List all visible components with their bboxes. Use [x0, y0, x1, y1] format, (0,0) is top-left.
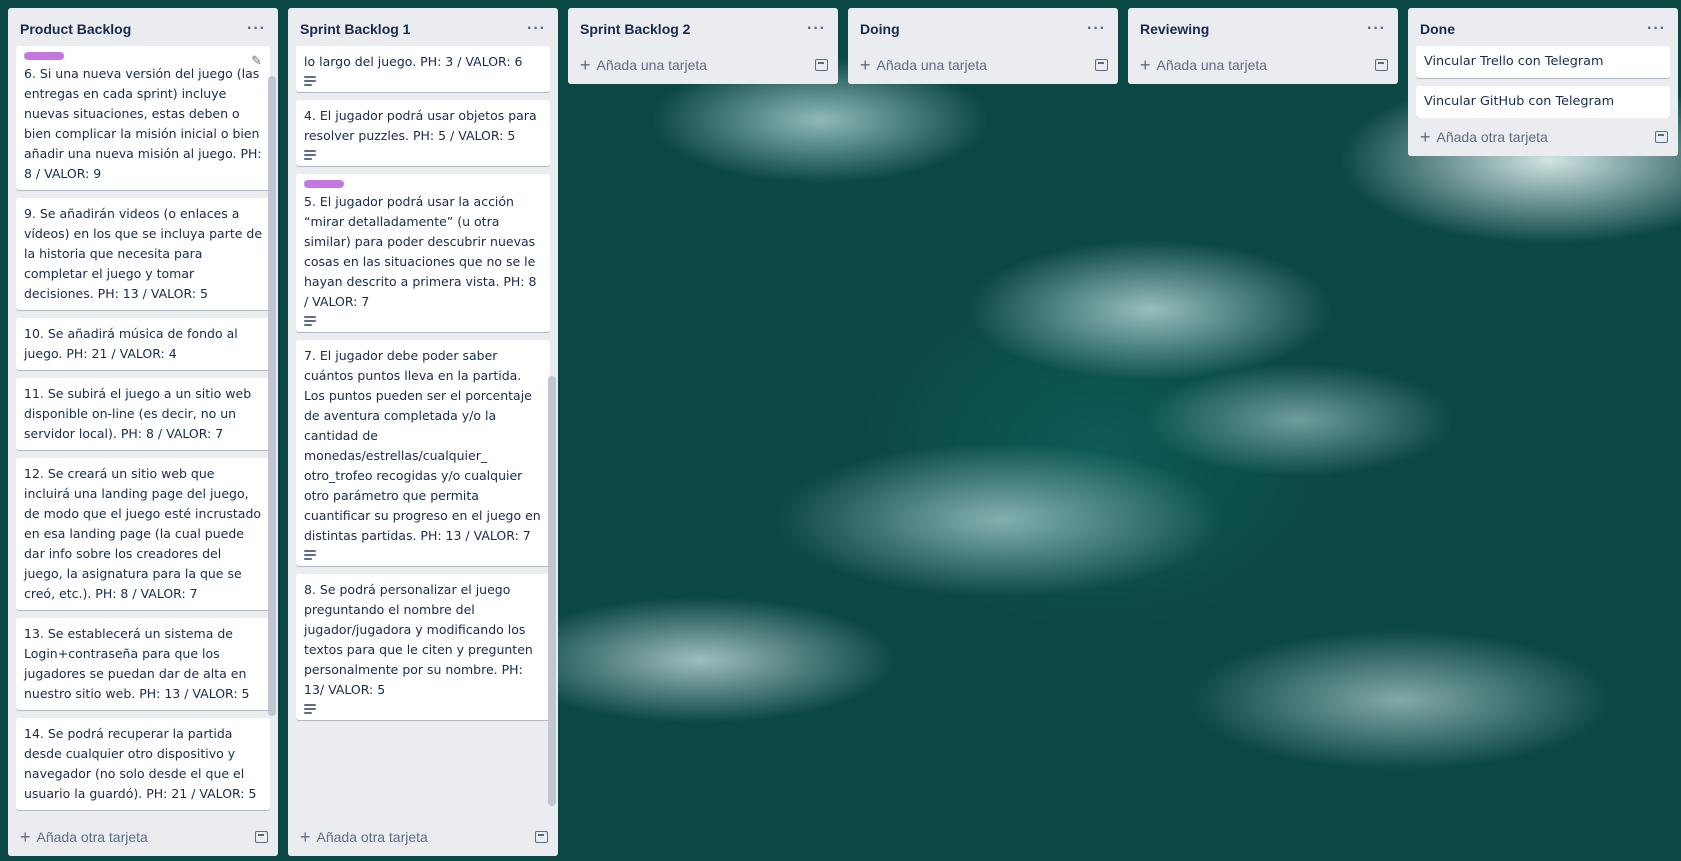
add-card-button[interactable]: + Añada una tarjeta	[580, 55, 708, 75]
plus-icon: +	[860, 55, 871, 75]
add-card-button[interactable]: + Añada una tarjeta	[860, 55, 988, 75]
list-header: Sprint Backlog 1 ···	[288, 8, 558, 46]
description-icon	[304, 704, 318, 714]
card-text: 9. Se añadirán videos (o enlaces a vídeo…	[24, 206, 263, 301]
card-text: 6. Si una nueva versión del juego (las e…	[24, 66, 262, 181]
card[interactable]: Vincular GitHub con Telegram	[1416, 86, 1670, 118]
ellipsis-icon[interactable]: ···	[1647, 20, 1666, 38]
add-card-row[interactable]: + Añada una tarjeta	[848, 46, 1118, 84]
card-label[interactable]	[24, 52, 64, 60]
add-card-label: Añada otra tarjeta	[316, 829, 428, 845]
list-title[interactable]: Sprint Backlog 2	[580, 21, 690, 37]
template-icon[interactable]	[255, 831, 268, 843]
ellipsis-icon[interactable]: ···	[527, 20, 546, 38]
card[interactable]: 10. Se añadirá música de fondo al juego.…	[16, 318, 270, 370]
list-title[interactable]: Done	[1420, 21, 1455, 37]
card[interactable]: 13. Se establecerá un sistema de Login+c…	[16, 618, 270, 710]
list-header: Reviewing ···	[1128, 8, 1398, 46]
list-title[interactable]: Product Backlog	[20, 21, 131, 37]
list-title[interactable]: Doing	[860, 21, 900, 37]
card[interactable]: 9. Se añadirán videos (o enlaces a vídeo…	[16, 198, 270, 310]
scrollbar[interactable]	[268, 76, 276, 716]
card[interactable]: 11. Se subirá el juego a un sitio web di…	[16, 378, 270, 450]
description-icon	[304, 316, 318, 326]
ellipsis-icon[interactable]: ···	[1087, 20, 1106, 38]
add-card-row[interactable]: + Añada una tarjeta	[1128, 46, 1398, 84]
card-text: lo largo del juego. PH: 3 / VALOR: 6	[304, 54, 523, 69]
add-card-row[interactable]: + Añada otra tarjeta	[1408, 118, 1678, 156]
template-icon[interactable]	[1655, 131, 1668, 143]
plus-icon: +	[1420, 127, 1431, 147]
card-text: 10. Se añadirá música de fondo al juego.…	[24, 326, 238, 361]
pencil-icon[interactable]: ✎	[251, 52, 262, 72]
card-text: 7. El jugador debe poder saber cuántos p…	[304, 348, 541, 543]
card[interactable]: 7. El jugador debe poder saber cuántos p…	[296, 340, 550, 566]
card[interactable]: 12. Se creará un sitio web que incluirá …	[16, 458, 270, 610]
ellipsis-icon[interactable]: ···	[807, 20, 826, 38]
list-title[interactable]: Sprint Backlog 1	[300, 21, 410, 37]
template-icon[interactable]	[1375, 59, 1388, 71]
card-text: 5. El jugador podrá usar la acción “mira…	[304, 194, 537, 309]
plus-icon: +	[580, 55, 591, 75]
list-sprint-backlog-2: Sprint Backlog 2 ··· + Añada una tarjeta	[568, 8, 838, 84]
board: Product Backlog ··· ✎ 6. Si una nueva ve…	[8, 8, 1678, 856]
card-text: 8. Se podrá personalizar el juego pregun…	[304, 582, 533, 697]
template-icon[interactable]	[815, 59, 828, 71]
plus-icon: +	[20, 827, 31, 847]
plus-icon: +	[300, 827, 311, 847]
card[interactable]: Vincular Trello con Telegram	[1416, 46, 1670, 78]
add-card-row[interactable]: + Añada una tarjeta	[568, 46, 838, 84]
description-icon	[304, 150, 318, 160]
description-icon	[304, 550, 318, 560]
ellipsis-icon[interactable]: ···	[247, 20, 266, 38]
card-text: 11. Se subirá el juego a un sitio web di…	[24, 386, 252, 441]
add-card-label: Añada una tarjeta	[876, 57, 988, 73]
card[interactable]: 8. Se podrá personalizar el juego pregun…	[296, 574, 550, 720]
list-header: Done ···	[1408, 8, 1678, 46]
list-doing: Doing ··· + Añada una tarjeta	[848, 8, 1118, 84]
template-icon[interactable]	[1095, 59, 1108, 71]
add-card-button[interactable]: + Añada otra tarjeta	[20, 827, 148, 847]
list-title[interactable]: Reviewing	[1140, 21, 1209, 37]
card[interactable]: ✎ 6. Si una nueva versión del juego (las…	[16, 46, 270, 190]
add-card-button[interactable]: + Añada otra tarjeta	[1420, 127, 1548, 147]
list-header: Doing ···	[848, 8, 1118, 46]
add-card-label: Añada otra tarjeta	[36, 829, 148, 845]
list-sprint-backlog-1: Sprint Backlog 1 ··· lo largo del juego.…	[288, 8, 558, 856]
list-header: Product Backlog ···	[8, 8, 278, 46]
card-label[interactable]	[304, 180, 344, 188]
card[interactable]: lo largo del juego. PH: 3 / VALOR: 6	[296, 46, 550, 92]
card[interactable]: 4. El jugador podrá usar objetos para re…	[296, 100, 550, 166]
card-text: 12. Se creará un sitio web que incluirá …	[24, 466, 262, 601]
add-card-button[interactable]: + Añada una tarjeta	[1140, 55, 1268, 75]
add-card-label: Añada otra tarjeta	[1436, 129, 1548, 145]
card-text: 4. El jugador podrá usar objetos para re…	[304, 108, 537, 143]
add-card-button[interactable]: + Añada otra tarjeta	[300, 827, 428, 847]
list-header: Sprint Backlog 2 ···	[568, 8, 838, 46]
template-icon[interactable]	[535, 831, 548, 843]
card-list: Vincular Trello con Telegram Vincular Gi…	[1408, 46, 1678, 118]
add-card-label: Añada una tarjeta	[1156, 57, 1268, 73]
add-card-label: Añada una tarjeta	[596, 57, 708, 73]
ellipsis-icon[interactable]: ···	[1367, 20, 1386, 38]
list-done: Done ··· Vincular Trello con Telegram Vi…	[1408, 8, 1678, 156]
card-text: Vincular GitHub con Telegram	[1424, 94, 1615, 109]
list-reviewing: Reviewing ··· + Añada una tarjeta	[1128, 8, 1398, 84]
card-text: Vincular Trello con Telegram	[1424, 54, 1604, 69]
card-text: 13. Se establecerá un sistema de Login+c…	[24, 626, 250, 701]
card-list: ✎ 6. Si una nueva versión del juego (las…	[8, 46, 278, 818]
card-list: lo largo del juego. PH: 3 / VALOR: 6 4. …	[288, 46, 558, 818]
description-icon	[304, 76, 318, 86]
add-card-row[interactable]: + Añada otra tarjeta	[288, 818, 558, 856]
card-text: 14. Se podrá recuperar la partida desde …	[24, 726, 257, 801]
scrollbar[interactable]	[548, 376, 556, 806]
add-card-row[interactable]: + Añada otra tarjeta	[8, 818, 278, 856]
list-product-backlog: Product Backlog ··· ✎ 6. Si una nueva ve…	[8, 8, 278, 856]
card[interactable]: 5. El jugador podrá usar la acción “mira…	[296, 174, 550, 332]
plus-icon: +	[1140, 55, 1151, 75]
card[interactable]: 14. Se podrá recuperar la partida desde …	[16, 718, 270, 810]
